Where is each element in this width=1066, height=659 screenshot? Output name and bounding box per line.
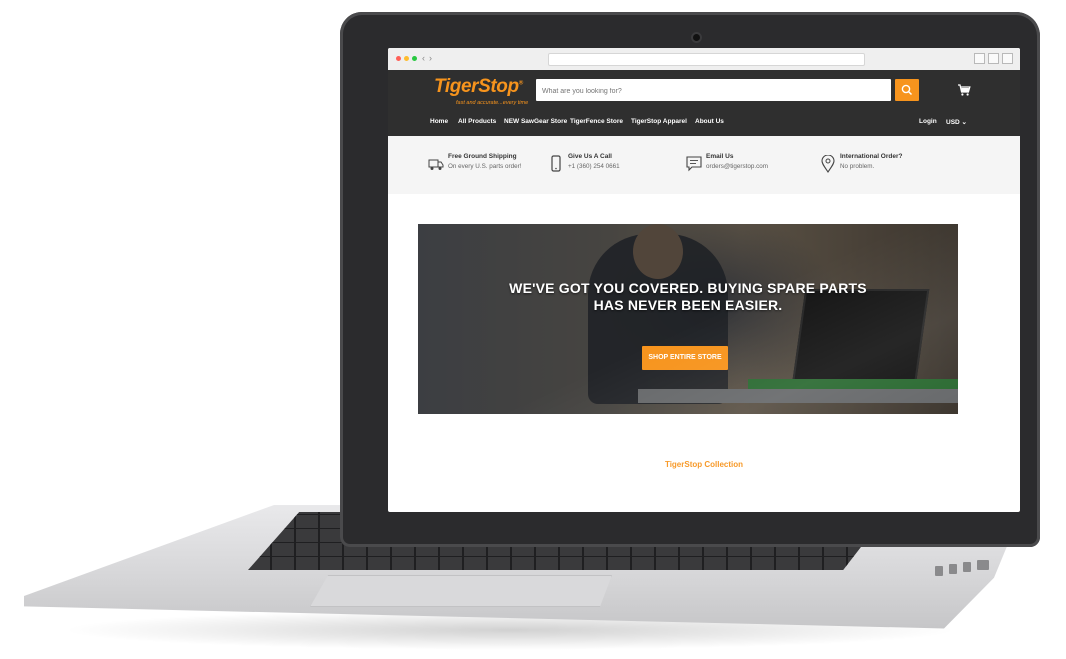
nav-about-us[interactable]: About Us <box>695 118 724 125</box>
hero-headline: WE'VE GOT YOU COVERED. BUYING SPARE PART… <box>418 280 958 314</box>
info-title: Free Ground Shipping <box>448 153 517 160</box>
info-title: International Order? <box>840 153 903 160</box>
sidebar-icon[interactable] <box>1002 53 1013 64</box>
nav-all-products[interactable]: All Products <box>458 118 496 125</box>
nav-sawgear-store[interactable]: NEW SawGear Store <box>504 118 567 125</box>
nav-tigerstop-apparel[interactable]: TigerStop Apparel <box>631 118 687 125</box>
address-bar[interactable] <box>548 53 865 66</box>
site-header: TigerStop® fast and accurate...every tim… <box>388 70 1020 136</box>
info-bar: Free Ground Shipping On every U.S. parts… <box>388 136 1020 194</box>
hero-line-1: WE'VE GOT YOU COVERED. BUYING SPARE PART… <box>509 280 867 296</box>
cart-icon[interactable] <box>957 83 971 97</box>
info-title: Give Us A Call <box>568 153 612 160</box>
shop-entire-store-button[interactable]: SHOP ENTIRE STORE <box>642 346 728 370</box>
search-icon <box>901 84 913 96</box>
info-title: Email Us <box>706 153 734 160</box>
collection-title[interactable]: TigerStop Collection <box>388 460 1020 469</box>
search-input[interactable] <box>540 83 884 99</box>
hero-line-2: HAS NEVER BEEN EASIER. <box>593 297 783 313</box>
webcam-icon <box>693 34 700 41</box>
info-subtitle[interactable]: +1 (360) 254 0661 <box>568 163 620 170</box>
forward-icon[interactable]: › <box>429 53 432 63</box>
search-button[interactable] <box>895 79 919 101</box>
hero-overlay <box>418 224 958 414</box>
laptop-screen: ‹ › TigerStop® fast and accurate...every… <box>388 48 1020 512</box>
close-window-dot[interactable] <box>396 56 401 61</box>
nav-tigerfence-store[interactable]: TigerFence Store <box>570 118 623 125</box>
browser-toolbar: ‹ › <box>388 48 1020 71</box>
currency-select[interactable]: USD ⌄ <box>946 118 967 126</box>
share-icon[interactable] <box>974 53 985 64</box>
info-subtitle[interactable]: orders@tigerstop.com <box>706 163 768 170</box>
login-link[interactable]: Login <box>919 118 937 125</box>
logo-tagline: fast and accurate...every time <box>456 100 529 106</box>
tigerstop-logo[interactable]: TigerStop® <box>434 76 523 98</box>
chat-icon <box>686 156 702 172</box>
maximize-window-dot[interactable] <box>412 56 417 61</box>
laptop-ports <box>935 556 995 578</box>
truck-icon <box>428 159 444 170</box>
minimize-window-dot[interactable] <box>404 56 409 61</box>
hero-banner: WE'VE GOT YOU COVERED. BUYING SPARE PART… <box>418 224 958 414</box>
tabs-icon[interactable] <box>988 53 999 64</box>
phone-icon <box>551 155 561 172</box>
map-pin-icon <box>821 155 835 173</box>
nav-home[interactable]: Home <box>430 118 448 125</box>
search-box <box>536 79 891 101</box>
laptop-trackpad <box>310 575 612 607</box>
info-subtitle: No problem. <box>840 163 875 170</box>
back-icon[interactable]: ‹ <box>422 53 425 63</box>
main-nav: Home All Products NEW SawGear Store Tige… <box>388 115 1020 131</box>
info-subtitle: On every U.S. parts order! <box>448 163 522 170</box>
